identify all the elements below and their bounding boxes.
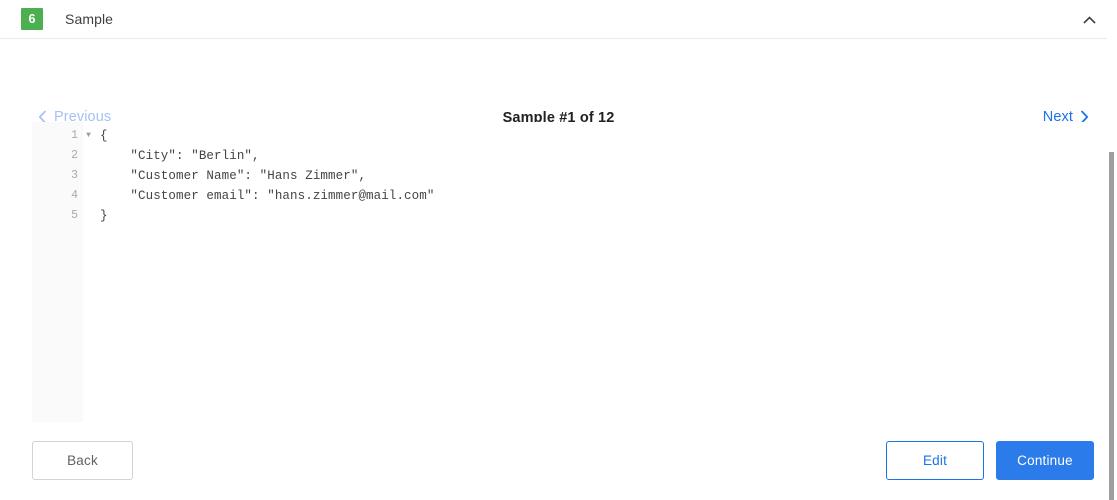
page-title: Sample	[65, 11, 114, 27]
continue-button[interactable]: Continue	[996, 441, 1094, 480]
editor-line-number: 2	[71, 149, 78, 162]
editor-code-line: "Customer Name": "Hans Zimmer",	[100, 169, 367, 183]
editor-code-line: "Customer email": "hans.zimmer@mail.com"	[100, 189, 435, 203]
editor-line-number: 1 ▼	[32, 126, 91, 146]
editor-gutter: 1 ▼ 2 3 4 5	[32, 122, 91, 422]
page-scrollbar-thumb[interactable]	[1109, 152, 1114, 500]
panel-header: 6 Sample	[0, 0, 1117, 39]
editor-code-line: "City": "Berlin",	[100, 149, 260, 163]
page-scrollbar-track[interactable]	[1107, 0, 1117, 500]
code-fold-toggle-icon[interactable]: ▼	[83, 126, 94, 146]
json-code-editor[interactable]: 1 ▼ 2 3 4 5 { "City": "Berlin", "Customer Nam…	[32, 122, 1110, 422]
editor-code-area[interactable]: { "City": "Berlin", "Customer Name": "Ha…	[83, 122, 1110, 422]
chevron-up-icon	[1082, 13, 1097, 28]
editor-line-number: 4	[71, 189, 78, 202]
collapse-panel-button[interactable]	[1075, 6, 1103, 34]
editor-code-line: {	[100, 129, 108, 143]
sample-navigation-bar: Previous Sample #1 of 12 Next	[0, 39, 1117, 126]
editor-line-number: 3	[71, 169, 78, 182]
back-button[interactable]: Back	[32, 441, 133, 480]
step-number-badge: 6	[21, 8, 43, 30]
editor-line-number: 5	[71, 209, 78, 222]
edit-button[interactable]: Edit	[886, 441, 984, 480]
editor-code-line: }	[100, 209, 108, 223]
